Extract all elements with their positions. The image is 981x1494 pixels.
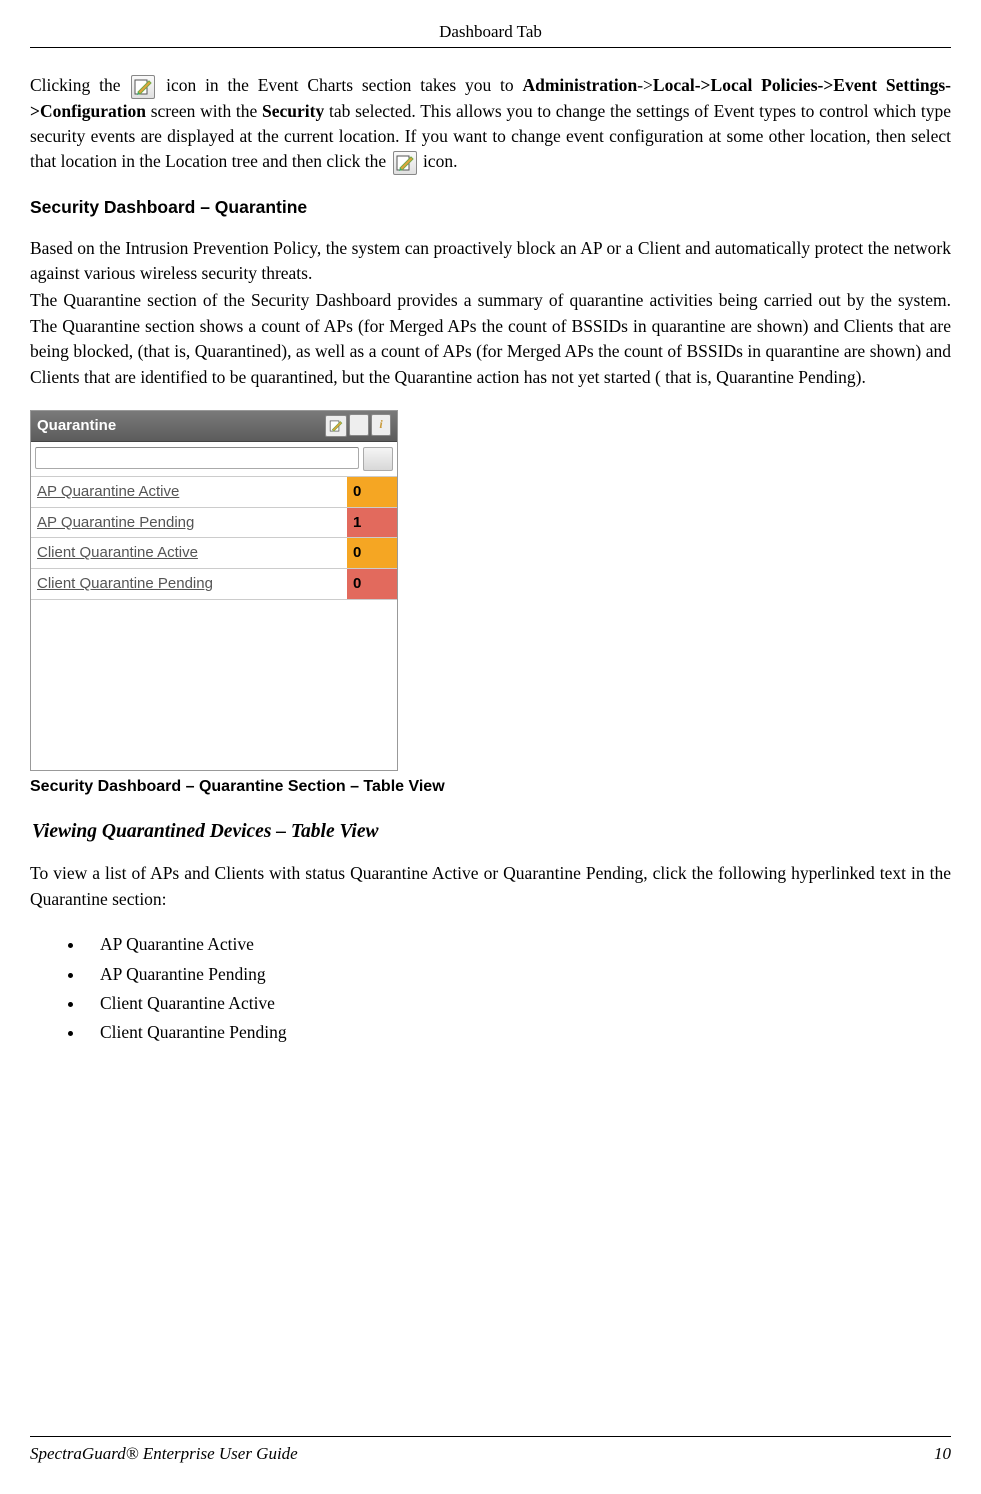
table-row: AP Quarantine Pending 1 [31, 507, 397, 538]
sep: -> [637, 75, 653, 95]
quarantine-empty-area [31, 600, 397, 770]
quarantine-panel: Quarantine i AP Quarantine Active 0 AP Q… [30, 410, 398, 771]
panel-edit-icon[interactable] [325, 415, 347, 437]
filter-button[interactable] [363, 447, 393, 471]
quarantine-header: Quarantine i [31, 411, 397, 442]
panel-chart-icon[interactable] [349, 415, 369, 435]
text: screen with the [151, 101, 262, 121]
text: Clicking the [30, 75, 129, 95]
list-item: AP Quarantine Pending [85, 962, 951, 987]
para: Based on the Intrusion Prevention Policy… [30, 236, 951, 287]
intro-paragraph: Clicking the icon in the Event Charts se… [30, 73, 951, 176]
filter-input[interactable] [35, 447, 359, 469]
page-header: Dashboard Tab [30, 20, 951, 48]
list-item: Client Quarantine Pending [85, 1020, 951, 1045]
heading-quarantine: Security Dashboard – Quarantine [30, 195, 951, 220]
row-label[interactable]: AP Quarantine Active [31, 477, 347, 507]
quarantine-title: Quarantine [37, 415, 116, 437]
bullet-list: AP Quarantine Active AP Quarantine Pendi… [85, 932, 951, 1046]
quarantine-desc: Based on the Intrusion Prevention Policy… [30, 236, 951, 390]
text: icon. [423, 151, 458, 171]
footer-left: SpectraGuard® Enterprise User Guide [30, 1442, 298, 1467]
para: The Quarantine section of the Security D… [30, 288, 951, 390]
row-value: 0 [347, 477, 397, 507]
panel-info-icon[interactable]: i [371, 415, 391, 435]
footer-page-number: 10 [934, 1442, 951, 1467]
table-row: AP Quarantine Active 0 [31, 477, 397, 507]
text: icon in the Event Charts section takes y… [166, 75, 522, 95]
list-item: Client Quarantine Active [85, 991, 951, 1016]
page-footer: SpectraGuard® Enterprise User Guide 10 [30, 1436, 951, 1467]
row-value: 0 [347, 538, 397, 569]
quarantine-filter-row [31, 442, 397, 477]
path-admin: Administration [522, 75, 637, 95]
subheading-viewing: Viewing Quarantined Devices – Table View [32, 818, 951, 846]
row-value: 1 [347, 507, 397, 538]
security-word: Security [262, 101, 324, 121]
row-label[interactable]: AP Quarantine Pending [31, 507, 347, 538]
table-row: Client Quarantine Active 0 [31, 538, 397, 569]
row-label[interactable]: Client Quarantine Pending [31, 569, 347, 600]
para: To view a list of APs and Clients with s… [30, 861, 951, 912]
row-label[interactable]: Client Quarantine Active [31, 538, 347, 569]
edit-icon [131, 75, 155, 99]
edit-icon [393, 151, 417, 175]
viewing-paragraph: To view a list of APs and Clients with s… [30, 861, 951, 912]
list-item: AP Quarantine Active [85, 932, 951, 957]
table-row: Client Quarantine Pending 0 [31, 569, 397, 600]
figure-caption: Security Dashboard – Quarantine Section … [30, 775, 951, 798]
row-value: 0 [347, 569, 397, 600]
quarantine-table: AP Quarantine Active 0 AP Quarantine Pen… [31, 477, 397, 600]
